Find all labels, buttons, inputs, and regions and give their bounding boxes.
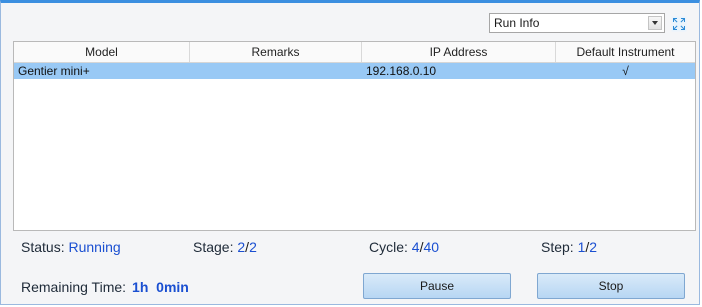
- cycle-current: 4: [411, 239, 420, 255]
- stage-label: Stage:: [193, 239, 234, 255]
- stage-total: 2: [249, 239, 257, 255]
- instrument-table: Model Remarks IP Address Default Instrum…: [13, 41, 696, 231]
- control-bar: Remaining Time: 1h 0min Pause Stop: [21, 273, 701, 301]
- cycle-total: 40: [423, 239, 440, 255]
- status-indicator: Status: Running: [21, 239, 121, 255]
- remaining-time-label: Remaining Time:: [21, 279, 127, 295]
- cycle-indicator: Cycle: 4/40: [369, 239, 439, 255]
- chevron-down-icon[interactable]: [648, 16, 662, 30]
- column-header-default-instrument[interactable]: Default Instrument: [556, 42, 695, 62]
- step-label: Step:: [541, 239, 574, 255]
- expand-icon[interactable]: [671, 16, 687, 32]
- table-header: Model Remarks IP Address Default Instrum…: [14, 42, 695, 63]
- cell-ip-address: 192.168.0.10: [366, 64, 437, 78]
- run-info-panel: Run Info Model Remarks IP Address Defaul…: [0, 0, 700, 305]
- stage-indicator: Stage: 2/2: [193, 239, 257, 255]
- cell-default-instrument: √: [622, 64, 629, 78]
- stop-button[interactable]: Stop: [537, 273, 685, 299]
- view-select[interactable]: Run Info: [489, 13, 665, 33]
- stage-current: 2: [237, 239, 246, 255]
- cell-remarks: [190, 63, 362, 79]
- pause-button[interactable]: Pause: [363, 273, 511, 299]
- cell-model: Gentier mini+: [18, 64, 90, 78]
- step-total: 2: [589, 239, 598, 255]
- column-header-model[interactable]: Model: [14, 42, 190, 62]
- status-value: Running: [68, 239, 121, 255]
- status-label: Status:: [21, 239, 65, 255]
- cycle-label: Cycle:: [369, 239, 408, 255]
- table-row[interactable]: Gentier mini+ 192.168.0.10 √: [14, 63, 695, 79]
- remaining-time-value: 1h 0min: [132, 279, 189, 295]
- column-header-remarks[interactable]: Remarks: [190, 42, 362, 62]
- remaining-time: Remaining Time: 1h 0min: [21, 279, 189, 295]
- step-indicator: Step: 1/2: [541, 239, 597, 255]
- column-header-ip-address[interactable]: IP Address: [362, 42, 556, 62]
- run-status-bar: Status: Running Stage: 2/2 Cycle: 4/40 S…: [21, 239, 691, 259]
- view-select-value: Run Info: [494, 16, 540, 30]
- toolbar: Run Info: [1, 9, 699, 39]
